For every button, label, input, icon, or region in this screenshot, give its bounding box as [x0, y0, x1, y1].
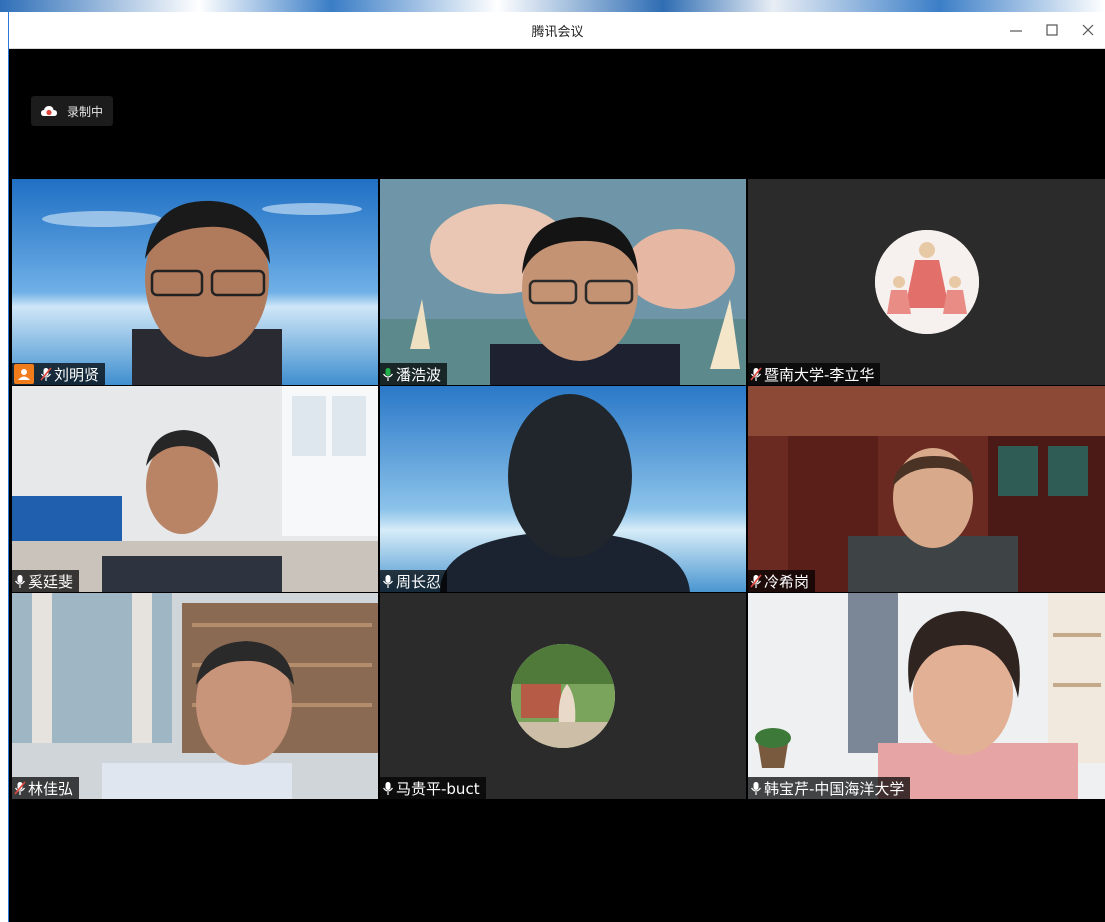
participant-name: 韩宝芹-中国海洋大学: [764, 779, 905, 798]
participant-name: 刘明贤: [54, 365, 100, 384]
avatar: [875, 230, 979, 334]
participant-tile[interactable]: 冷希岗: [748, 386, 1105, 592]
video-grid: 刘明贤 潘浩波 暨南大学-李立华 奚廷斐 周长忍 冷希岗 林佳弘 马贵平-buc…: [12, 179, 1105, 799]
participant-name-tag: 林佳弘: [12, 777, 80, 799]
participant-name-tag: 周长忍: [380, 570, 448, 592]
avatar: [511, 644, 615, 748]
participant-name-tag: 暨南大学-李立华: [748, 363, 881, 385]
participant-name: 周长忍: [396, 572, 442, 591]
mic-muted-icon: [750, 574, 762, 588]
participant-name-tag: 马贵平-buct: [380, 777, 486, 799]
participant-name-tag: 韩宝芹-中国海洋大学: [748, 777, 911, 799]
mic-on-icon: [750, 781, 762, 795]
host-icon: [14, 364, 34, 384]
window-title: 腾讯会议: [531, 24, 584, 40]
participant-name-tag: 冷希岗: [748, 570, 816, 592]
video-feed: [380, 386, 746, 592]
mic-muted-icon: [750, 367, 762, 381]
meeting-window: 腾讯会议 录制中 刘明贤 潘浩波 暨南大学-李立华 奚廷斐 周长忍 冷希岗 林佳…: [8, 12, 1105, 922]
participant-tile-active-speaker[interactable]: 潘浩波: [380, 179, 746, 385]
participant-name-tag: 潘浩波: [380, 363, 448, 385]
recording-label: 录制中: [67, 104, 104, 119]
participant-tile[interactable]: 周长忍: [380, 386, 746, 592]
close-icon: [1082, 24, 1094, 36]
participant-name: 暨南大学-李立华: [764, 365, 875, 384]
video-feed: [748, 386, 1105, 592]
mic-on-icon: [382, 574, 394, 588]
participant-tile[interactable]: 马贵平-buct: [380, 593, 746, 799]
participant-tile[interactable]: 暨南大学-李立华: [748, 179, 1105, 385]
mic-speaking-icon: [382, 367, 394, 381]
minimize-button[interactable]: [998, 12, 1034, 48]
mic-muted-icon: [40, 367, 52, 381]
title-bar[interactable]: 腾讯会议: [9, 12, 1105, 49]
video-feed: [748, 593, 1105, 799]
participant-tile[interactable]: 刘明贤: [12, 179, 378, 385]
participant-name: 潘浩波: [396, 365, 442, 384]
video-feed: [12, 593, 378, 799]
window-controls: [998, 12, 1105, 48]
desktop-background-strip: [0, 0, 1105, 12]
maximize-button[interactable]: [1034, 12, 1070, 48]
video-feed: [12, 179, 378, 385]
participant-name-tag: 刘明贤: [12, 363, 106, 385]
close-button[interactable]: [1070, 12, 1105, 48]
video-feed: [380, 179, 746, 385]
maximize-icon: [1046, 24, 1058, 36]
mic-on-icon: [382, 781, 394, 795]
cloud-record-icon: [41, 106, 57, 116]
mic-muted-icon: [14, 781, 26, 795]
recording-indicator[interactable]: 录制中: [31, 96, 114, 126]
participant-tile[interactable]: 奚廷斐: [12, 386, 378, 592]
participant-tile[interactable]: 林佳弘: [12, 593, 378, 799]
minimize-icon: [1010, 30, 1022, 32]
video-feed: [12, 386, 378, 592]
participant-tile[interactable]: 韩宝芹-中国海洋大学: [748, 593, 1105, 799]
mic-on-icon: [14, 574, 26, 588]
participant-name: 冷希岗: [764, 572, 810, 591]
participant-name-tag: 奚廷斐: [12, 570, 80, 592]
participant-name: 奚廷斐: [28, 572, 74, 591]
participant-name: 马贵平-buct: [396, 779, 480, 798]
participant-name: 林佳弘: [28, 779, 74, 798]
